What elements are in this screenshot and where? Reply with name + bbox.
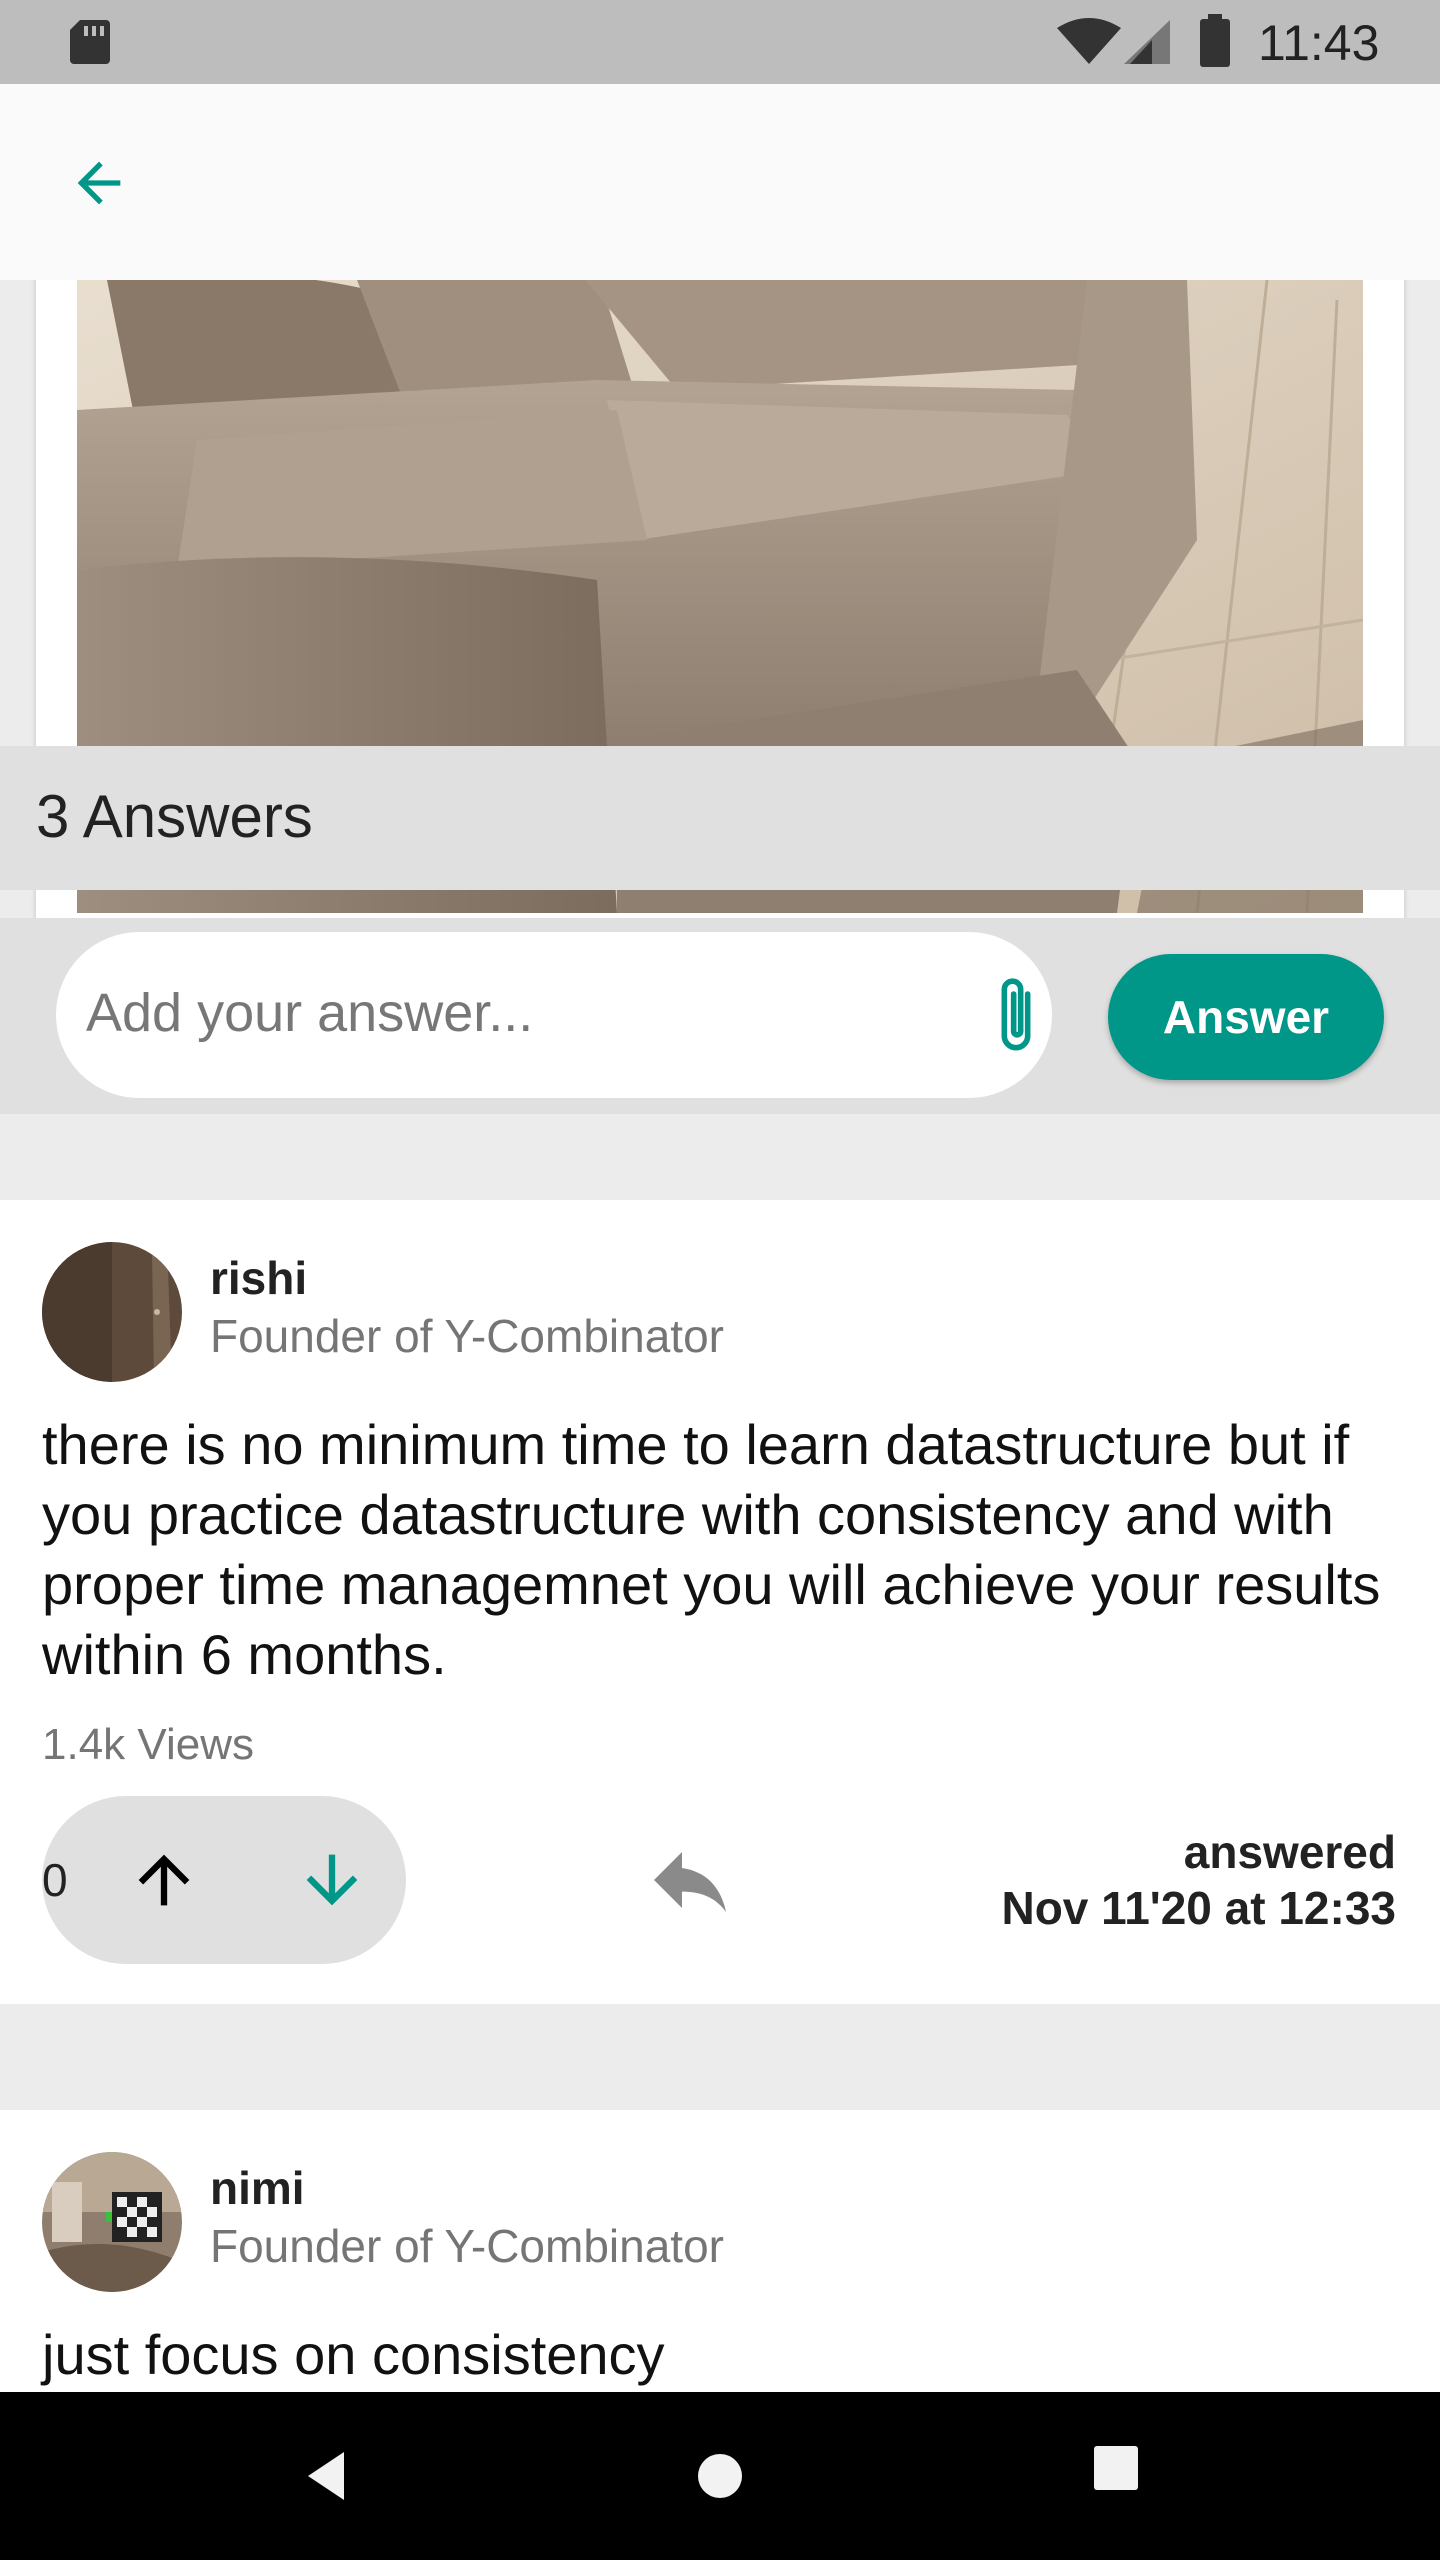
answer-text: there is no minimum time to learn datast… (42, 1413, 1381, 1686)
upvote-button[interactable] (114, 1830, 214, 1930)
app-bar (0, 84, 1440, 280)
screen: 11:43 3 Answers Add your answer... Answe… (0, 0, 1440, 2560)
answer-input[interactable]: Add your answer... (56, 932, 1052, 1098)
status-time: 11:43 (1258, 15, 1380, 71)
content-scroll[interactable]: 3 Answers Add your answer... Answer rish… (0, 280, 1440, 2392)
avatar[interactable] (42, 1242, 182, 1382)
author-role: Founder of Y-Combinator (210, 1310, 724, 1362)
answer-card: rishi Founder of Y-Combinator there is n… (0, 1200, 1440, 2004)
nav-home-icon[interactable] (696, 2444, 760, 2508)
view-count: 1.4k Views (42, 1720, 254, 1769)
submit-answer-button[interactable]: Answer (1108, 954, 1384, 1080)
answers-header: 3 Answers (0, 746, 1440, 890)
author-name[interactable]: rishi (210, 1250, 307, 1306)
vote-count: 0 (42, 1854, 68, 1906)
answered-label: answered (1183, 1826, 1396, 1878)
attach-button[interactable] (986, 932, 1046, 1098)
paperclip-icon (1001, 978, 1031, 1051)
vote-control: 0 (42, 1796, 406, 1964)
back-button[interactable] (54, 138, 144, 228)
answered-info: answered Nov 11'20 at 12:33 (1001, 1824, 1396, 1936)
reply-button[interactable] (640, 1830, 740, 1930)
arrow-down-icon (306, 1854, 358, 1906)
answer-composer: Add your answer... Answer (0, 918, 1440, 1114)
signal-icon (1124, 20, 1170, 64)
user-photo (42, 1242, 182, 1382)
wifi-icon (1057, 18, 1121, 64)
answered-date: Nov 11'20 at 12:33 (1001, 1882, 1396, 1934)
avatar[interactable] (42, 2152, 182, 2292)
status-bar: 11:43 (0, 0, 1440, 84)
answers-count: 3 Answers (36, 783, 313, 850)
answer-text: just focus on consistency (42, 2323, 665, 2386)
nav-back-icon[interactable] (296, 2444, 360, 2508)
nav-recents-icon[interactable] (1094, 2446, 1138, 2490)
system-nav-bar (0, 2392, 1440, 2560)
reply-icon (654, 1852, 726, 1912)
author-role: Founder of Y-Combinator (210, 2220, 724, 2272)
arrow-up-icon (138, 1854, 190, 1906)
arrow-left-icon (77, 161, 121, 205)
sd-card-icon (70, 20, 110, 64)
downvote-button[interactable] (282, 1830, 382, 1930)
answer-card: nimi Founder of Y-Combinator just focus … (0, 2110, 1440, 2392)
answer-input-placeholder: Add your answer... (86, 983, 534, 1043)
user-photo (42, 2152, 182, 2292)
battery-icon (1200, 14, 1230, 67)
author-name[interactable]: nimi (210, 2160, 305, 2216)
